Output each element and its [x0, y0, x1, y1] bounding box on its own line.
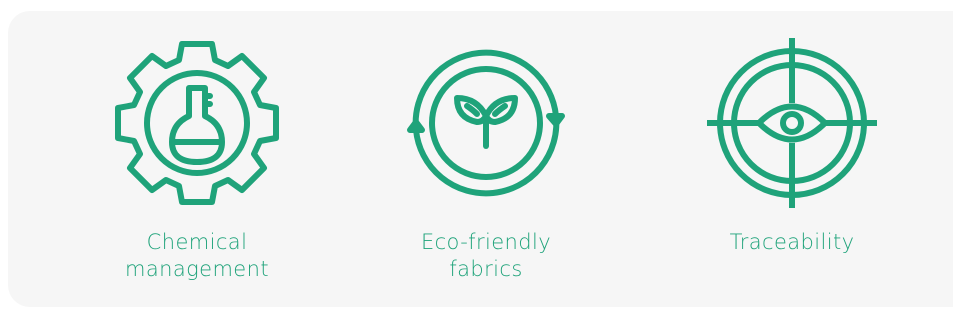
recycle-sprout-icon: [407, 49, 565, 197]
label-line-1: Chemical: [146, 230, 248, 254]
feature-eco-friendly-fabrics: Eco-friendly fabrics: [356, 11, 616, 307]
feature-chemical-management: Chemical management: [67, 11, 327, 307]
label-line-2: fabrics: [449, 257, 523, 281]
feature-traceability: Traceability: [662, 11, 922, 307]
label-line-2: management: [125, 257, 269, 281]
feature-label: Traceability: [662, 229, 922, 256]
feature-label: Eco-friendly fabrics: [356, 229, 616, 283]
feature-label: Chemical management: [67, 229, 327, 283]
features-panel: Chemical management Eco-friendly fabrics: [8, 11, 953, 307]
target-eye-icon: [707, 38, 877, 208]
label-line-1: Traceability: [729, 230, 855, 254]
gear-flask-icon: [115, 41, 279, 205]
label-line-1: Eco-friendly: [420, 230, 552, 254]
